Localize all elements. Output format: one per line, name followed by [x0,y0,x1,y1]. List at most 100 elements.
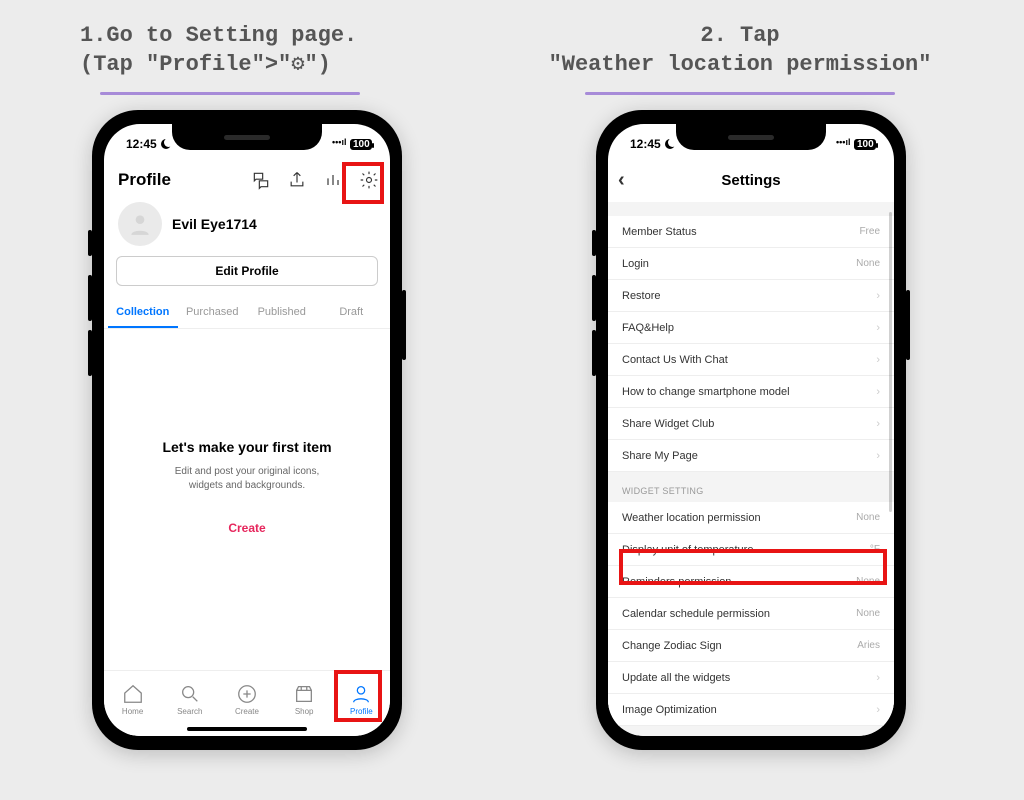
avatar[interactable] [118,202,162,246]
section-header-widget: WIDGET SETTING [608,472,894,502]
user-info: Evil Eye1714 [104,202,390,256]
chevron-right-icon: › [876,354,880,366]
back-icon[interactable]: ‹ [618,169,625,192]
row-label: Member Status [622,226,697,238]
empty-state: Let's make your first item Edit and post… [104,329,390,535]
row-label: FAQ&Help [622,322,674,334]
row-value: Free [859,226,880,237]
phone-notch [676,124,826,150]
status-right: 100 [836,139,876,150]
row-login[interactable]: Login None [608,248,894,280]
row-label: Contact Us With Chat [622,354,728,366]
row-value: None [856,258,880,269]
phone-frame-settings: 12:45 100 ‹ Settings Member Status Free … [596,110,906,750]
do-not-disturb-icon [161,139,171,149]
page-title: Profile [118,170,171,190]
row-label: Image Optimization [622,704,717,716]
page-title: Settings [721,172,780,189]
phone-frame-profile: 12:45 100 Profile [92,110,402,750]
nav-create[interactable]: Create [223,683,271,716]
row-label: How to change smartphone model [622,386,790,398]
phone-side-button [88,275,92,321]
phone-side-button [88,330,92,376]
nav-label: Home [122,707,143,716]
phone-side-button [402,290,406,360]
instruction-text: 2. Tap [700,23,779,48]
share-icon[interactable] [286,169,308,191]
chevron-right-icon: › [876,290,880,302]
edit-profile-button[interactable]: Edit Profile [116,256,378,286]
status-left: 12:45 [630,137,675,151]
chevron-right-icon: › [876,450,880,462]
row-label: Restore [622,290,661,302]
settings-list[interactable]: Member Status Free Login None Restore › … [608,202,894,736]
nav-label: Shop [295,707,314,716]
status-time: 12:45 [126,137,157,151]
nav-home[interactable]: Home [109,683,157,716]
chevron-right-icon: › [876,704,880,716]
empty-title: Let's make your first item [134,439,360,455]
row-label: Share Widget Club [622,418,714,430]
create-link[interactable]: Create [134,521,360,535]
row-label: Change Zodiac Sign [622,640,722,652]
battery-level: 100 [857,139,874,150]
chart-icon[interactable] [322,169,344,191]
row-zodiac[interactable]: Change Zodiac Sign Aries [608,630,894,662]
row-contact[interactable]: Contact Us With Chat › [608,344,894,376]
tab-draft[interactable]: Draft [317,298,387,328]
underline-decoration [100,92,360,95]
scrollbar[interactable] [889,212,892,512]
tab-collection[interactable]: Collection [108,298,178,328]
row-calendar[interactable]: Calendar schedule permission None [608,598,894,630]
nav-search[interactable]: Search [166,683,214,716]
username: Evil Eye1714 [172,216,257,232]
underline-decoration [585,92,895,95]
row-faq[interactable]: FAQ&Help › [608,312,894,344]
status-right: 100 [332,139,372,150]
chat-icon[interactable] [250,169,272,191]
instruction-text: 1.Go to Setting page. [80,23,357,48]
phone-side-button [592,330,596,376]
instruction-text: (Tap "Profile">"⚙") [80,52,331,77]
status-time: 12:45 [630,137,661,151]
row-value: Aries [857,640,880,651]
highlight-profile-tab [334,670,382,722]
battery-icon: 100 [350,139,372,150]
empty-desc: Edit and post your original icons, widge… [134,465,360,493]
row-update-all[interactable]: Update all the widgets › [608,662,894,694]
row-member-status[interactable]: Member Status Free [608,216,894,248]
phone-side-button [906,290,910,360]
section-spacer [608,202,894,216]
settings-header: ‹ Settings [608,158,894,202]
chevron-right-icon: › [876,418,880,430]
instruction-step-1: 1.Go to Setting page. (Tap "Profile">"⚙"… [80,22,400,79]
row-label: Update all the widgets [622,672,730,684]
chevron-right-icon: › [876,322,880,334]
phone-side-button [88,230,92,256]
home-indicator [187,727,307,731]
row-value: None [856,512,880,523]
phone-screen: 12:45 100 ‹ Settings Member Status Free … [608,124,894,736]
row-label: Weather location permission [622,512,761,524]
nav-label: Create [235,707,259,716]
section-header-others: OTHERS [608,726,894,736]
status-left: 12:45 [126,137,171,151]
phone-screen: 12:45 100 Profile [104,124,390,736]
row-share-club[interactable]: Share Widget Club › [608,408,894,440]
nav-shop[interactable]: Shop [280,683,328,716]
tab-published[interactable]: Published [247,298,317,328]
nav-label: Search [177,707,202,716]
row-weather-permission[interactable]: Weather location permission None [608,502,894,534]
row-image-opt[interactable]: Image Optimization › [608,694,894,726]
tab-purchased[interactable]: Purchased [178,298,248,328]
row-change-model[interactable]: How to change smartphone model › [608,376,894,408]
battery-level: 100 [353,139,370,150]
row-share-page[interactable]: Share My Page › [608,440,894,472]
instruction-step-2: 2. Tap "Weather location permission" [520,22,960,79]
chevron-right-icon: › [876,386,880,398]
row-label: Login [622,258,649,270]
instruction-text: "Weather location permission" [549,52,932,77]
row-restore[interactable]: Restore › [608,280,894,312]
battery-icon: 100 [854,139,876,150]
row-label: Calendar schedule permission [622,608,770,620]
